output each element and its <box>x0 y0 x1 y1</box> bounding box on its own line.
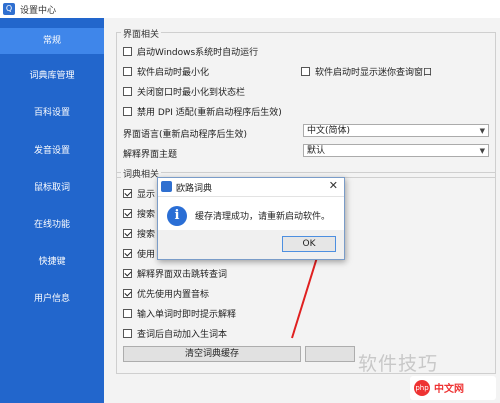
dialog-footer: OK <box>158 230 344 259</box>
checkbox-label: 输入单词时即时提示解释 <box>137 310 237 320</box>
checkbox-box[interactable] <box>123 189 132 198</box>
checkbox-box[interactable] <box>123 47 132 56</box>
title-bar: Q 设置中心 <box>0 0 500 18</box>
php-logo-icon: php <box>414 380 430 396</box>
checkbox-label: 软件启动时显示迷你查询窗口 <box>315 68 433 78</box>
checkbox-auto-add-wordbook[interactable]: 查词后自动加入生词本 <box>123 327 227 340</box>
window-title: 设置中心 <box>20 6 57 16</box>
checkbox-show[interactable]: 显示 <box>123 187 155 200</box>
language-label: 界面语言(重新启动程序后生效) <box>123 130 248 140</box>
checkbox-search-2[interactable]: 搜索 <box>123 227 155 240</box>
checkbox-autorun[interactable]: 启动Windows系统时自动运行 <box>123 45 258 58</box>
close-icon[interactable]: ✕ <box>329 179 338 192</box>
checkbox-box[interactable] <box>123 107 132 116</box>
checkbox-box[interactable] <box>123 229 132 238</box>
checkbox-label: 禁用 DPI 适配(重新启动程序后生效) <box>137 108 282 118</box>
sidebar-item-encyclopedia[interactable]: 百科设置 <box>0 100 104 126</box>
chevron-down-icon: ▼ <box>479 127 485 135</box>
checkbox-label: 软件启动时最小化 <box>137 68 210 78</box>
dialog-message: 缓存清理成功，请重新启动软件。 <box>195 212 331 222</box>
theme-select-value: 默认 <box>307 146 326 156</box>
theme-select[interactable]: 默认 ▼ <box>303 144 489 157</box>
checkbox-label: 搜索 <box>137 210 156 220</box>
sidebar-item-pronunciation[interactable]: 发音设置 <box>0 138 104 164</box>
checkbox-double-click-jump[interactable]: 解释界面双击跳转查词 <box>123 267 227 280</box>
checkbox-builtin-phonetic[interactable]: 优先使用内置音标 <box>123 287 209 300</box>
checkbox-search-1[interactable]: 搜索 <box>123 207 155 220</box>
dialog-title-bar: 欧路词典 ✕ <box>158 178 344 197</box>
settings-window: Q 设置中心 常规 词典库管理 百科设置 发音设置 鼠标取词 在线功能 快捷键 … <box>0 0 500 403</box>
watermark-logo-text: 中文网 <box>434 384 464 395</box>
checkbox-box[interactable] <box>123 67 132 76</box>
theme-label: 解释界面主题 <box>123 150 178 160</box>
clear-cache-button[interactable]: 清空词典缓存 <box>123 346 301 362</box>
checkbox-box[interactable] <box>301 67 310 76</box>
language-select-value: 中文(简体) <box>307 126 351 136</box>
sidebar-item-user-info[interactable]: 用户信息 <box>0 286 104 312</box>
checkbox-label: 查词后自动加入生词本 <box>137 330 228 340</box>
checkbox-instant-hint[interactable]: 输入单词时即时提示解释 <box>123 307 236 320</box>
checkbox-box[interactable] <box>123 289 132 298</box>
checkbox-label: 优先使用内置音标 <box>137 290 210 300</box>
checkbox-box[interactable] <box>123 209 132 218</box>
sidebar-item-mouse-capture[interactable]: 鼠标取词 <box>0 175 104 201</box>
secondary-button[interactable] <box>305 346 355 362</box>
language-select[interactable]: 中文(简体) ▼ <box>303 124 489 137</box>
interface-group-title: 界面相关 <box>121 27 162 40</box>
watermark-logo: php 中文网 <box>410 376 496 400</box>
checkbox-box[interactable] <box>123 329 132 338</box>
watermark-text: 软件技巧 <box>358 353 439 375</box>
checkbox-box[interactable] <box>123 249 132 258</box>
checkbox-disable-dpi[interactable]: 禁用 DPI 适配(重新启动程序后生效) <box>123 105 282 118</box>
checkbox-box[interactable] <box>123 269 132 278</box>
dictionary-group-title: 词典相关 <box>121 167 162 180</box>
sidebar-item-online[interactable]: 在线功能 <box>0 212 104 238</box>
checkbox-label: 显示 <box>137 190 156 200</box>
dialog-title: 欧路词典 <box>176 184 213 194</box>
app-icon: Q <box>3 3 15 15</box>
checkbox-label: 搜索 <box>137 230 156 240</box>
app-icon <box>161 181 172 192</box>
checkbox-label: 关闭窗口时最小化到状态栏 <box>137 88 246 98</box>
checkbox-label: 启动Windows系统时自动运行 <box>137 48 259 58</box>
checkbox-use[interactable]: 使用 <box>123 247 155 260</box>
interface-group: 界面相关 启动Windows系统时自动运行 软件启动时最小化 软件启动时显示迷你… <box>116 27 496 178</box>
sidebar-item-hotkeys[interactable]: 快捷键 <box>0 249 104 275</box>
sidebar: 常规 词典库管理 百科设置 发音设置 鼠标取词 在线功能 快捷键 用户信息 <box>0 18 104 403</box>
checkbox-start-minimized[interactable]: 软件启动时最小化 <box>123 65 209 78</box>
info-icon: i <box>167 206 187 226</box>
ok-button[interactable]: OK <box>282 236 336 252</box>
checkbox-box[interactable] <box>123 309 132 318</box>
checkbox-label: 解释界面双击跳转查词 <box>137 270 228 280</box>
sidebar-item-general[interactable]: 常规 <box>0 28 104 54</box>
checkbox-label: 使用 <box>137 250 156 260</box>
sidebar-item-dictionary-manager[interactable]: 词典库管理 <box>0 63 104 89</box>
checkbox-minimize-to-tray[interactable]: 关闭窗口时最小化到状态栏 <box>123 85 245 98</box>
chevron-down-icon: ▼ <box>479 147 485 155</box>
cache-cleared-dialog: 欧路词典 ✕ i 缓存清理成功，请重新启动软件。 OK <box>157 177 345 260</box>
checkbox-box[interactable] <box>123 87 132 96</box>
checkbox-mini-window[interactable]: 软件启动时显示迷你查询窗口 <box>301 65 432 78</box>
